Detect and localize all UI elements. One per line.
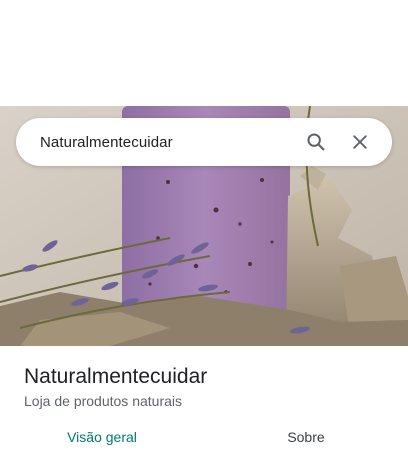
- place-title: Naturalmentecuidar: [24, 365, 208, 388]
- place-panel: Naturalmentecuidar Naturalmentecuidar Lo…: [0, 0, 408, 452]
- place-tabs: Visão geral Sobre: [0, 422, 408, 452]
- close-icon[interactable]: [342, 124, 378, 160]
- search-box[interactable]: Naturalmentecuidar: [16, 118, 392, 166]
- tab-about[interactable]: Sobre: [204, 422, 408, 452]
- tab-overview[interactable]: Visão geral: [0, 422, 204, 452]
- search-input[interactable]: Naturalmentecuidar: [40, 134, 290, 151]
- place-info: Naturalmentecuidar Loja de produtos natu…: [24, 364, 384, 410]
- search-icon[interactable]: [298, 124, 334, 160]
- place-category: Loja de produtos naturais: [24, 393, 182, 409]
